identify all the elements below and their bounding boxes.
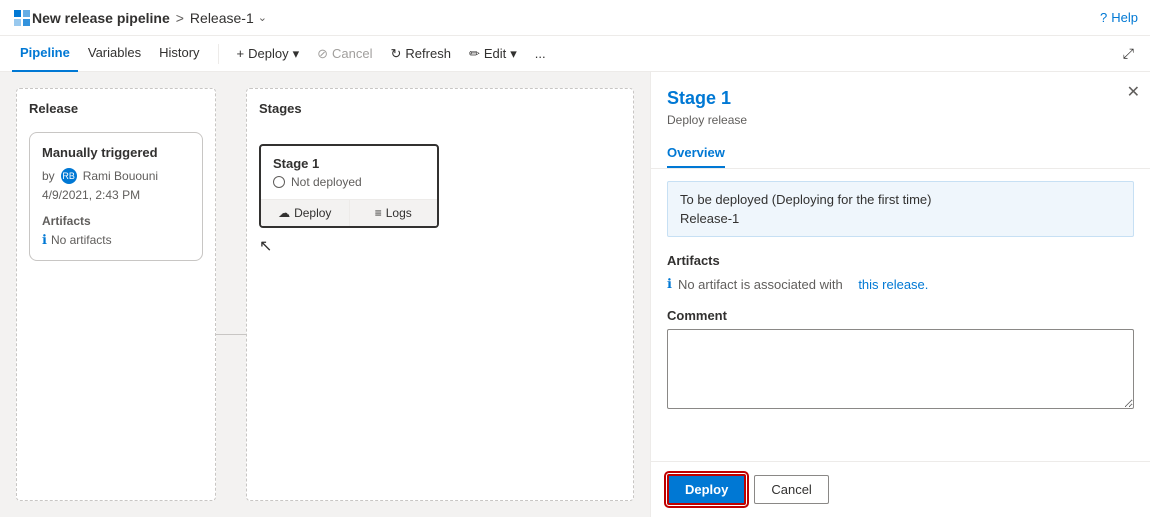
breadcrumb-separator: > [176,10,184,26]
connector-line [216,334,246,335]
trigger-user: by RB Rami Bououni [42,168,190,184]
refresh-button[interactable]: ↻ Refresh [383,42,459,66]
trigger-title: Manually triggered [42,145,190,160]
cancel-icon: ⊘ [317,46,328,62]
topbar: New release pipeline > Release-1 ⌄ ? Hel… [0,0,1150,36]
tab-history[interactable]: History [151,36,207,72]
user-name: Rami Bououni [83,169,158,183]
trigger-timestamp: 4/9/2021, 2:43 PM [42,188,190,202]
trigger-artifacts: Artifacts ℹ No artifacts [42,214,190,248]
ado-logo [12,8,32,28]
stage-logs-button[interactable]: ≡ Logs [350,200,438,226]
deploy-info-box: To be deployed (Deploying for the first … [667,181,1134,237]
panel-body: To be deployed (Deploying for the first … [651,169,1150,461]
comment-label: Comment [667,308,1134,323]
status-not-deployed-icon [273,176,285,188]
stage-card-header: Stage 1 Not deployed [261,146,437,199]
deploy-info-title: To be deployed (Deploying for the first … [680,192,1121,207]
nav-divider [218,44,219,64]
panel-cancel-button[interactable]: Cancel [754,475,828,504]
stage-status: Not deployed [273,175,425,189]
release-chevron-icon: ⌄ [258,11,267,24]
no-artifacts-text: ℹ No artifacts [42,232,190,248]
help-icon: ? [1100,10,1107,25]
release-section-title: Release [29,101,203,116]
stage-card-wrapper: Stage 1 Not deployed ☁ Deploy [259,144,439,256]
trigger-card: Manually triggered by RB Rami Bououni 4/… [29,132,203,261]
edit-chevron-icon: ▾ [510,46,517,62]
edit-button[interactable]: ✏ Edit ▾ [461,42,525,66]
tab-pipeline[interactable]: Pipeline [12,36,78,72]
panel-artifacts-section: Artifacts ℹ No artifact is associated wi… [667,253,1134,292]
stage-card: Stage 1 Not deployed ☁ Deploy [259,144,439,228]
pipeline-title: New release pipeline [32,10,170,26]
panel-header: Stage 1 Deploy release [651,72,1150,139]
stage-name: Stage 1 [273,156,425,171]
pipeline-canvas: Release Manually triggered by RB Rami Bo… [0,72,650,517]
panel-deploy-button[interactable]: Deploy [667,474,746,505]
panel-footer: Deploy Cancel [651,461,1150,517]
comment-textarea[interactable] [667,329,1134,409]
stage-details-panel: ✕ Stage 1 Deploy release Overview To be … [650,72,1150,517]
navbar: Pipeline Variables History + Deploy ▾ ⊘ … [0,36,1150,72]
avatar: RB [61,168,77,184]
deploy-chevron-icon: ▾ [293,46,300,62]
logs-icon: ≡ [375,206,382,220]
cancel-button[interactable]: ⊘ Cancel [309,42,380,66]
connector [216,168,246,501]
artifacts-label: Artifacts [42,214,190,228]
stage-actions: ☁ Deploy ≡ Logs [261,199,437,226]
no-artifact-message: ℹ No artifact is associated with this re… [667,276,1134,292]
canvas-area: Release Manually triggered by RB Rami Bo… [16,88,634,501]
plus-icon: + [237,46,245,61]
edit-icon: ✏ [469,46,480,62]
expand-icon[interactable]: ⤢ [1119,41,1138,66]
close-button[interactable]: ✕ [1127,82,1140,102]
stages-section: Stages Stage 1 Not deployed ☁ [246,88,634,501]
stages-section-title: Stages [259,101,621,116]
help-button[interactable]: ? Help [1100,10,1138,25]
cursor-pointer: ↖ [259,236,439,256]
panel-tabs: Overview [651,139,1150,169]
more-button[interactable]: ... [527,42,554,65]
stage-deploy-button[interactable]: ☁ Deploy [261,200,350,226]
panel-subtitle: Deploy release [667,113,1134,127]
deploy-button[interactable]: + Deploy ▾ [229,42,308,66]
panel-artifacts-title: Artifacts [667,253,1134,268]
info-icon: ℹ [42,232,47,248]
deploy-info-release: Release-1 [680,211,1121,226]
artifact-info-icon: ℹ [667,276,672,292]
tab-overview[interactable]: Overview [667,139,725,168]
main-content: Release Manually triggered by RB Rami Bo… [0,72,1150,517]
release-section: Release Manually triggered by RB Rami Bo… [16,88,216,501]
tab-variables[interactable]: Variables [80,36,149,72]
this-release-link[interactable]: this release. [858,277,928,292]
close-icon: ✕ [1127,84,1140,101]
release-name[interactable]: Release-1 ⌄ [190,10,267,26]
panel-stage-title: Stage 1 [667,88,1134,109]
refresh-icon: ↻ [391,46,402,62]
comment-section: Comment [667,308,1134,412]
cloud-icon: ☁ [278,206,290,220]
by-label: by [42,169,55,183]
